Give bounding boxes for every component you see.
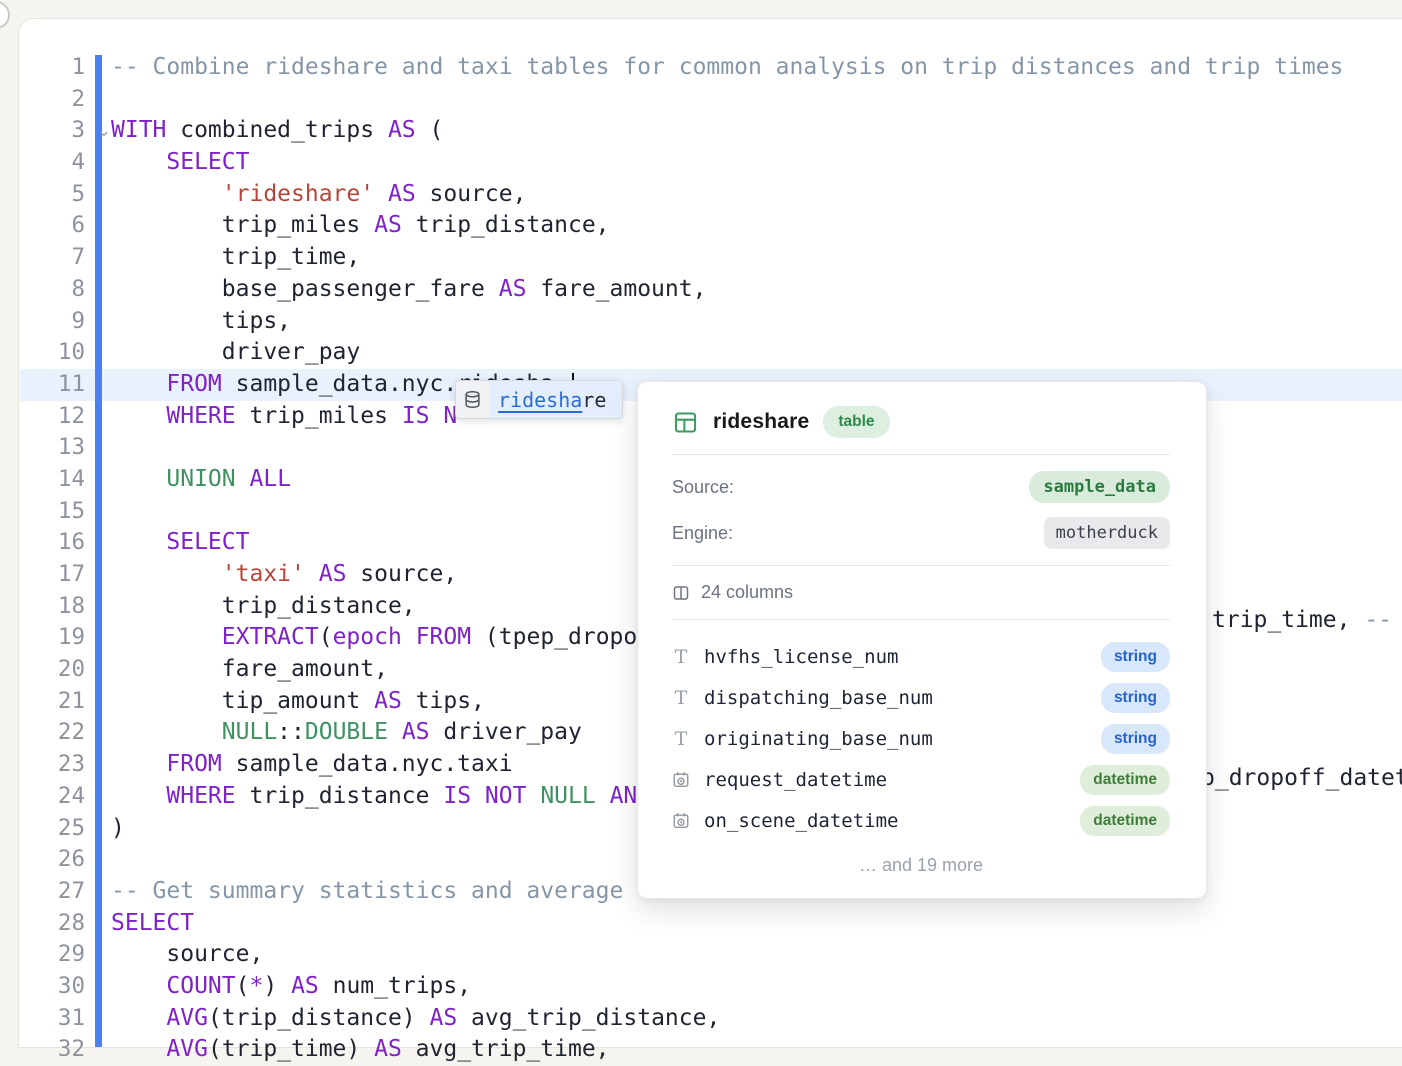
table-type-badge: table xyxy=(823,406,889,438)
line-number: 9 xyxy=(25,306,85,338)
source-value-badge: sample_data xyxy=(1029,471,1170,503)
column-type-badge: string xyxy=(1101,642,1170,672)
collapsed-side-button[interactable] xyxy=(0,1,10,29)
calendar-clock-icon xyxy=(672,770,690,789)
column-row[interactable]: request_datetime datetime xyxy=(672,759,1170,800)
line-number: 2 xyxy=(25,84,85,116)
columns-list: Thvfhs_license_numstringTdispatching_bas… xyxy=(672,636,1170,841)
line-number: 7 xyxy=(25,242,85,274)
columns-icon xyxy=(672,584,690,602)
line-number: 20 xyxy=(25,654,85,686)
line-number: 18 xyxy=(25,591,85,623)
divider xyxy=(672,454,1170,455)
line-number: 6 xyxy=(25,210,85,242)
code-fragment: trip_time, -- xyxy=(1212,605,1392,637)
code-line: AVG(trip_distance) AS avg_trip_distance, xyxy=(111,1003,1343,1035)
engine-label: Engine: xyxy=(672,523,733,544)
code-line: driver_pay xyxy=(111,337,1343,369)
column-row[interactable]: Thvfhs_license_num string xyxy=(672,636,1170,677)
column-row[interactable]: Toriginating_base_num string xyxy=(672,718,1170,759)
column-name: request_datetime xyxy=(704,769,887,791)
code-line: WITH combined_trips AS ( xyxy=(111,115,1343,147)
column-type-badge: string xyxy=(1101,683,1170,713)
text-type-icon: T xyxy=(672,646,690,668)
line-number: 3 xyxy=(25,115,85,147)
line-number: 17 xyxy=(25,559,85,591)
code-line: base_passenger_fare AS fare_amount, xyxy=(111,274,1343,306)
text-type-icon: T xyxy=(672,687,690,709)
line-number: 5 xyxy=(25,179,85,211)
line-number: 24 xyxy=(25,781,85,813)
line-number: 10 xyxy=(25,337,85,369)
database-icon xyxy=(456,381,489,418)
code-line: -- Combine rideshare and taxi tables for… xyxy=(111,52,1343,84)
line-number: 25 xyxy=(25,813,85,845)
calendar-clock-icon xyxy=(672,811,690,830)
line-number: 28 xyxy=(25,908,85,940)
more-columns-label: … and 19 more xyxy=(672,855,1170,876)
code-line: 'rideshare' AS source, xyxy=(111,179,1343,211)
autocomplete-item-rideshare[interactable]: rideshare xyxy=(489,381,622,418)
column-name: originating_base_num xyxy=(704,728,933,750)
engine-row: Engine: motherduck xyxy=(672,517,1170,549)
code-line: source, xyxy=(111,939,1343,971)
line-number: 21 xyxy=(25,686,85,718)
line-number: 14 xyxy=(25,464,85,496)
line-number: 31 xyxy=(25,1003,85,1035)
code-line: trip_time, xyxy=(111,242,1343,274)
autocomplete-rest-text: re xyxy=(582,388,606,412)
autocomplete-tooltip: rideshare xyxy=(455,380,623,419)
column-name: hvfhs_license_num xyxy=(704,646,898,668)
line-number: 30 xyxy=(25,971,85,1003)
code-line: tips, xyxy=(111,306,1343,338)
source-label: Source: xyxy=(672,477,734,498)
column-row[interactable]: on_scene_datetime datetime xyxy=(672,800,1170,841)
code-line xyxy=(111,84,1343,116)
column-type-badge: string xyxy=(1101,724,1170,754)
text-type-icon: T xyxy=(672,728,690,750)
source-row: Source: sample_data xyxy=(672,471,1170,503)
divider xyxy=(672,619,1170,620)
line-number: 15 xyxy=(25,496,85,528)
line-number: 19 xyxy=(25,622,85,654)
column-name: on_scene_datetime xyxy=(704,810,898,832)
line-number: 12 xyxy=(25,401,85,433)
code-line: trip_miles AS trip_distance, xyxy=(111,210,1343,242)
autocomplete-match-text: ridesha xyxy=(498,388,582,412)
line-number: 16 xyxy=(25,527,85,559)
column-type-badge: datetime xyxy=(1080,765,1170,795)
engine-value-badge: motherduck xyxy=(1044,517,1170,549)
line-number: 29 xyxy=(25,939,85,971)
cell-selection-bar[interactable] xyxy=(95,55,102,1047)
code-line: SELECT xyxy=(111,147,1343,179)
column-name: dispatching_base_num xyxy=(704,687,933,709)
line-number: 22 xyxy=(25,717,85,749)
line-number: 11 xyxy=(25,369,85,401)
code-line: COUNT(*) AS num_trips, xyxy=(111,971,1343,1003)
columns-count-label: 24 columns xyxy=(701,582,793,603)
table-icon xyxy=(672,409,699,436)
code-fragment: p_dropoff_datet xyxy=(1201,763,1402,795)
line-number: 27 xyxy=(25,876,85,908)
line-number: 23 xyxy=(25,749,85,781)
line-number: 32 xyxy=(25,1034,85,1066)
column-type-badge: datetime xyxy=(1080,806,1170,836)
table-info-popup: rideshare table Source: sample_data Engi… xyxy=(637,381,1207,899)
popup-table-name: rideshare xyxy=(713,410,809,434)
column-row[interactable]: Tdispatching_base_num string xyxy=(672,677,1170,718)
line-number: 26 xyxy=(25,844,85,876)
line-number: 13 xyxy=(25,432,85,464)
line-number: 8 xyxy=(25,274,85,306)
code-line: AVG(trip_time) AS avg_trip_time, xyxy=(111,1034,1343,1066)
line-number: 4 xyxy=(25,147,85,179)
line-number-gutter: 1234567891011121314151617181920212223242… xyxy=(25,52,85,1066)
divider xyxy=(672,565,1170,566)
code-line: SELECT xyxy=(111,908,1343,940)
line-number: 1 xyxy=(25,52,85,84)
